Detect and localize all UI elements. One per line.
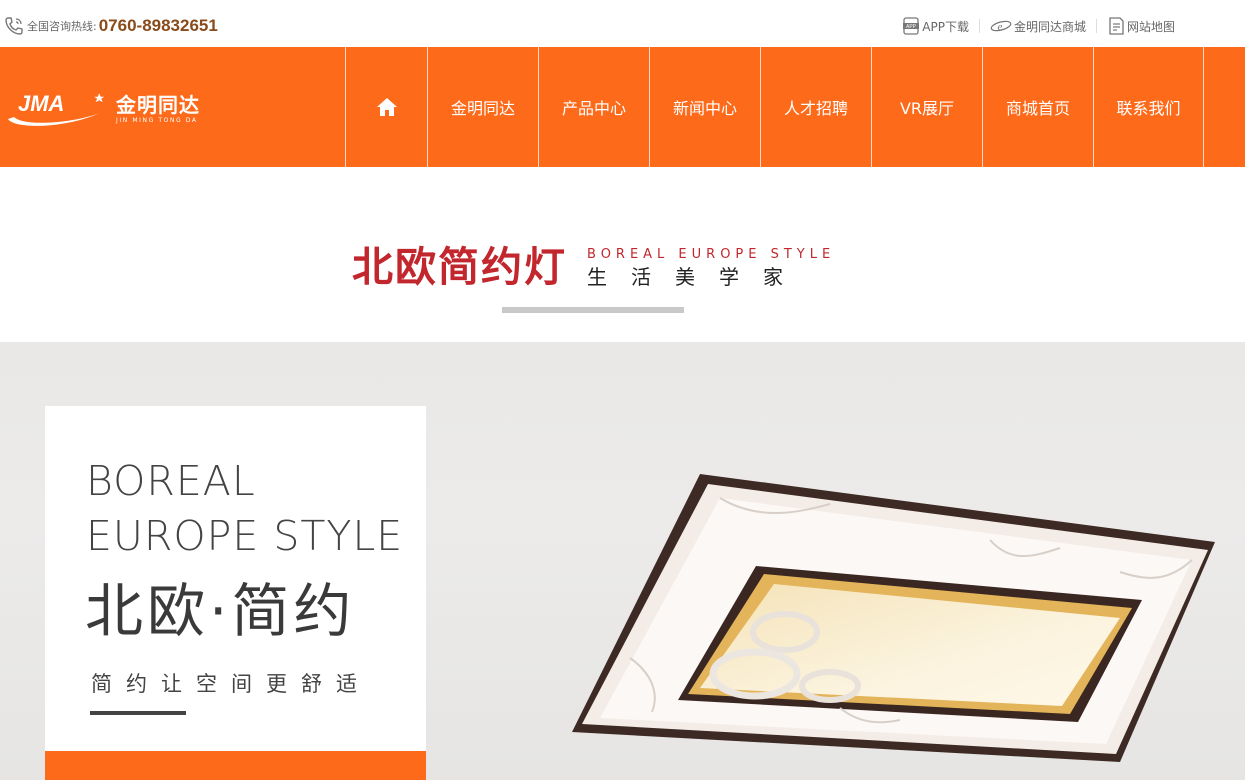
banner-en-text: BOREAL EUROPE STYLE: [86, 454, 403, 564]
svg-text:e: e: [998, 21, 1003, 33]
logo-mark-icon: JMA: [8, 91, 105, 126]
home-icon: [376, 98, 397, 116]
mall-link[interactable]: e 金明同达商城: [990, 18, 1086, 35]
hotline-label: 全国咨询热线:: [27, 20, 97, 33]
logo[interactable]: JMA 金明同达 JIN MING TONG DA: [4, 89, 200, 129]
nav-item-mall-home[interactable]: 商城首页: [982, 47, 1093, 167]
ie-icon: e: [990, 20, 1012, 33]
headline-side: BOREAL EUROPE STYLE 生活美学家: [587, 247, 835, 291]
headline-en: BOREAL EUROPE STYLE: [587, 247, 836, 262]
divider: [978, 19, 980, 33]
banner-underline: [90, 711, 186, 715]
sitemap-link[interactable]: 网站地图: [1107, 17, 1175, 35]
app-icon: APP: [903, 17, 920, 35]
section-headline: 北欧简约灯 BOREAL EUROPE STYLE 生活美学家: [352, 243, 835, 291]
logo-mark-text: JMA: [18, 91, 64, 116]
svg-text:APP: APP: [906, 24, 917, 30]
nav-item-about[interactable]: 金明同达: [427, 47, 538, 167]
divider: [1095, 19, 1097, 33]
app-download-label: APP下载: [922, 19, 969, 34]
nav-item-careers[interactable]: 人才招聘: [760, 47, 871, 167]
banner-text-card: BOREAL EUROPE STYLE 北欧·简约 简约让空间更舒适: [45, 406, 426, 780]
hotline: 全国咨询热线: 0760-89832651: [4, 15, 218, 37]
banner-subtitle: 简约让空间更舒适: [91, 672, 371, 696]
headline-subtitle: 生活美学家: [587, 265, 807, 289]
mall-label: 金明同达商城: [1013, 19, 1086, 34]
banner-cn-title: 北欧·简约: [85, 577, 356, 645]
top-bar: 全国咨询热线: 0760-89832651 APP APP下载 e 金明同达商城: [0, 0, 1245, 47]
app-download-link[interactable]: APP APP下载: [902, 17, 969, 35]
nav-home[interactable]: [345, 47, 427, 167]
banner-en-line1: BOREAL: [86, 457, 256, 505]
sitemap-icon: [1109, 17, 1124, 35]
banner-card-bar: [45, 751, 426, 780]
hero-banner[interactable]: BOREAL EUROPE STYLE 北欧·简约 简约让空间更舒适: [0, 342, 1245, 780]
banner-en-line2: EUROPE STYLE: [86, 512, 404, 560]
nav-item-news[interactable]: 新闻中心: [649, 47, 760, 167]
nav-item-products[interactable]: 产品中心: [538, 47, 649, 167]
sitemap-label: 网站地图: [1126, 19, 1175, 34]
phone-icon: [5, 17, 23, 35]
headline-title: 北欧简约灯: [352, 243, 567, 291]
logo-cn: 金明同达: [116, 92, 200, 117]
headline-underline: [502, 307, 684, 313]
nav-item-contact[interactable]: 联系我们: [1093, 47, 1204, 167]
main-nav: JMA 金明同达 JIN MING TONG DA 金明同达 产品中心 新闻中心…: [0, 47, 1245, 167]
hotline-number[interactable]: 0760-89832651: [99, 16, 218, 36]
logo-en: JIN MING TONG DA: [116, 116, 198, 124]
logo-text: 金明同达 JIN MING TONG DA: [116, 95, 200, 124]
top-links: APP APP下载 e 金明同达商城 网站地图: [902, 17, 1175, 35]
nav-items: 金明同达 产品中心 新闻中心 人才招聘 VR展厅 商城首页 联系我们: [345, 47, 1204, 167]
ceiling-lamp-image: [572, 474, 1215, 762]
nav-item-vr-showroom[interactable]: VR展厅: [871, 47, 982, 167]
